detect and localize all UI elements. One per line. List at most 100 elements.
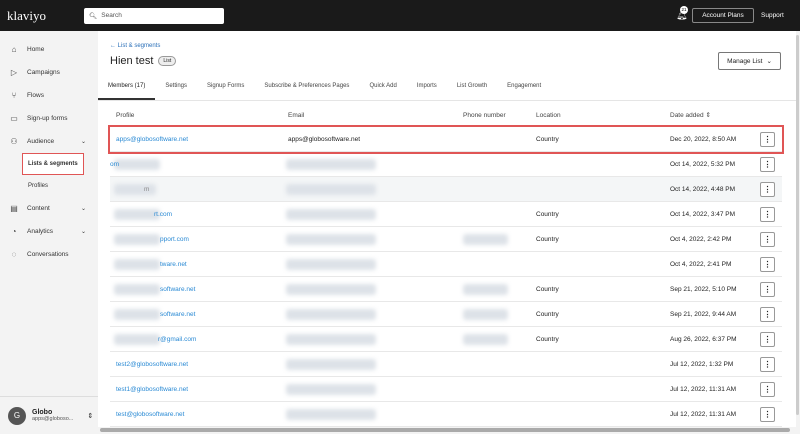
support-link[interactable]: Support: [761, 12, 784, 19]
more-options-button[interactable]: ⋮: [760, 132, 775, 147]
sidebar-item-content[interactable]: ▤ Content ⌄: [0, 197, 98, 220]
blurred-email: [286, 259, 376, 270]
col-phone[interactable]: Phone number: [463, 105, 506, 127]
profile-link[interactable]: software.net: [160, 277, 195, 302]
table-row: m Oct 14, 2022, 4:48 PM ⋮: [110, 177, 782, 202]
klaviyo-logo[interactable]: klaviyo: [7, 8, 77, 24]
more-options-button[interactable]: ⋮: [760, 382, 775, 397]
chevron-down-icon: ⌄: [766, 58, 772, 65]
tab-engagement[interactable]: Engagement: [497, 76, 551, 100]
table-row: software.net Country Sep 21, 2022, 5:10 PM…: [110, 277, 782, 302]
more-options-button[interactable]: ⋮: [760, 307, 775, 322]
profile-link[interactable]: tware.net: [160, 252, 187, 277]
date-added-cell: Oct 14, 2022, 5:32 PM: [670, 161, 736, 168]
user-name: Globo: [32, 409, 53, 416]
list-badge: List: [158, 56, 177, 66]
back-link[interactable]: ← List & segments: [110, 43, 160, 49]
sidebar-item-label: Flows: [27, 92, 44, 99]
sidebar-item-label: Home: [27, 46, 45, 53]
blurred-profile: [114, 259, 160, 270]
tab-list-growth[interactable]: List Growth: [447, 76, 497, 100]
more-options-button[interactable]: ⋮: [760, 232, 775, 247]
blurred-email: [286, 309, 376, 320]
blurred-email: [286, 234, 376, 245]
top-bar: klaviyo 🔍︎ Search 🔔︎ 21 Account Plans Sup…: [0, 0, 800, 31]
col-profile[interactable]: Profile: [116, 105, 134, 127]
sidebar-item-campaigns[interactable]: ▷ Campaigns: [0, 61, 98, 84]
profile-link[interactable]: pport.com: [160, 227, 189, 252]
tab-members-[interactable]: Members (17): [98, 76, 156, 100]
horizontal-scrollbar[interactable]: [100, 428, 790, 432]
campaigns-icon: ▷: [10, 68, 18, 77]
tab-quick-add[interactable]: Quick Add: [359, 76, 406, 100]
col-date-label: Date added: [670, 112, 704, 119]
col-date-added[interactable]: Date added ⇕: [670, 105, 711, 127]
sidebar-item-lists-segments[interactable]: Lists & segments: [22, 153, 84, 175]
date-added-cell: Oct 4, 2022, 2:41 PM: [670, 261, 732, 268]
sidebar-item-label: Content: [27, 205, 50, 212]
account-plans-button[interactable]: Account Plans: [692, 8, 754, 23]
more-options-button[interactable]: ⋮: [760, 182, 775, 197]
search-icon: 🔍︎: [89, 12, 98, 20]
chevron-updown-icon: ⇕: [87, 412, 94, 420]
profile-link[interactable]: r@gmail.com: [158, 327, 196, 352]
profile-link[interactable]: apps@globosoftware.net: [116, 127, 188, 152]
col-location[interactable]: Location: [536, 105, 561, 127]
sidebar-item-sign-up-forms[interactable]: ▭ Sign-up forms: [0, 107, 98, 130]
blurred-email: [286, 284, 376, 295]
table-row: tware.net Oct 4, 2022, 2:41 PM ⋮: [110, 252, 782, 277]
profile-link[interactable]: software.net: [160, 302, 195, 327]
table-row: pport.com Country Oct 4, 2022, 2:42 PM ⋮: [110, 227, 782, 252]
date-added-cell: Oct 4, 2022, 2:42 PM: [670, 236, 732, 243]
user-menu[interactable]: G Globo apps@globoso... ⇕: [0, 396, 98, 434]
col-email[interactable]: Email: [288, 105, 304, 127]
profile-link[interactable]: test1@globosoftware.net: [116, 377, 188, 402]
more-options-button[interactable]: ⋮: [760, 207, 775, 222]
sidebar-item-profiles[interactable]: Profiles: [0, 175, 98, 197]
blurred-email: [286, 334, 376, 345]
profile-link[interactable]: m: [144, 177, 149, 202]
location-cell: Country: [536, 311, 559, 318]
sidebar-item-conversations[interactable]: ◌ Conversations: [0, 243, 98, 266]
tab-subscribe-preferences-pages[interactable]: Subscribe & Preferences Pages: [254, 76, 359, 100]
profile-link[interactable]: test@globosoftware.net: [116, 402, 184, 427]
date-added-cell: Sep 21, 2022, 9:44 AM: [670, 311, 737, 318]
sidebar-item-label: Conversations: [27, 251, 69, 258]
profile-link[interactable]: rt.com: [154, 202, 172, 227]
email-cell: apps@globosoftware.net: [288, 136, 361, 143]
conversations-icon: ◌: [11, 250, 17, 259]
search-placeholder: Search: [101, 12, 122, 19]
tab-signup-forms[interactable]: Signup Forms: [197, 76, 254, 100]
content-icon: ▤: [10, 204, 18, 213]
more-options-button[interactable]: ⋮: [760, 357, 775, 372]
manage-list-button[interactable]: Manage List ⌄: [718, 52, 781, 70]
more-options-button[interactable]: ⋮: [760, 282, 775, 297]
sidebar-item-home[interactable]: ⌂ Home: [0, 38, 98, 61]
sidebar-item-flows[interactable]: ⑂ Flows: [0, 84, 98, 107]
flows-icon: ⑂: [11, 91, 17, 100]
table-header: Profile Email Phone number Location Date…: [110, 105, 782, 127]
blurred-phone: [463, 284, 508, 295]
tab-settings[interactable]: Settings: [155, 76, 197, 100]
more-options-button[interactable]: ⋮: [760, 332, 775, 347]
profile-link[interactable]: test2@globosoftware.net: [116, 352, 188, 377]
more-options-button[interactable]: ⋮: [760, 157, 775, 172]
more-options-button[interactable]: ⋮: [760, 407, 775, 422]
profile-link[interactable]: om: [110, 152, 119, 177]
main-content: ← List & segments Hien test List Manage L…: [98, 31, 796, 427]
location-cell: Country: [536, 336, 559, 343]
date-added-cell: Jul 12, 2022, 1:32 PM: [670, 361, 734, 368]
date-added-cell: Jul 12, 2022, 11:31 AM: [670, 411, 737, 418]
chevron-icon: ⌄: [80, 229, 86, 235]
table-row: test2@globosoftware.net Jul 12, 2022, 1:3…: [110, 352, 782, 377]
sidebar-item-audience[interactable]: ⚇ Audience ⌄: [0, 130, 98, 153]
search-input[interactable]: 🔍︎ Search: [84, 7, 224, 24]
sidebar-item-analytics[interactable]: ◔ Analytics ⌄: [0, 220, 98, 243]
audience-icon: ⚇: [10, 137, 18, 146]
more-options-button[interactable]: ⋮: [760, 257, 775, 272]
vertical-scrollbar[interactable]: [796, 35, 799, 415]
blurred-email: [286, 409, 376, 420]
blurred-profile: [114, 309, 160, 320]
tab-imports[interactable]: Imports: [407, 76, 447, 100]
blurred-email: [286, 359, 376, 370]
